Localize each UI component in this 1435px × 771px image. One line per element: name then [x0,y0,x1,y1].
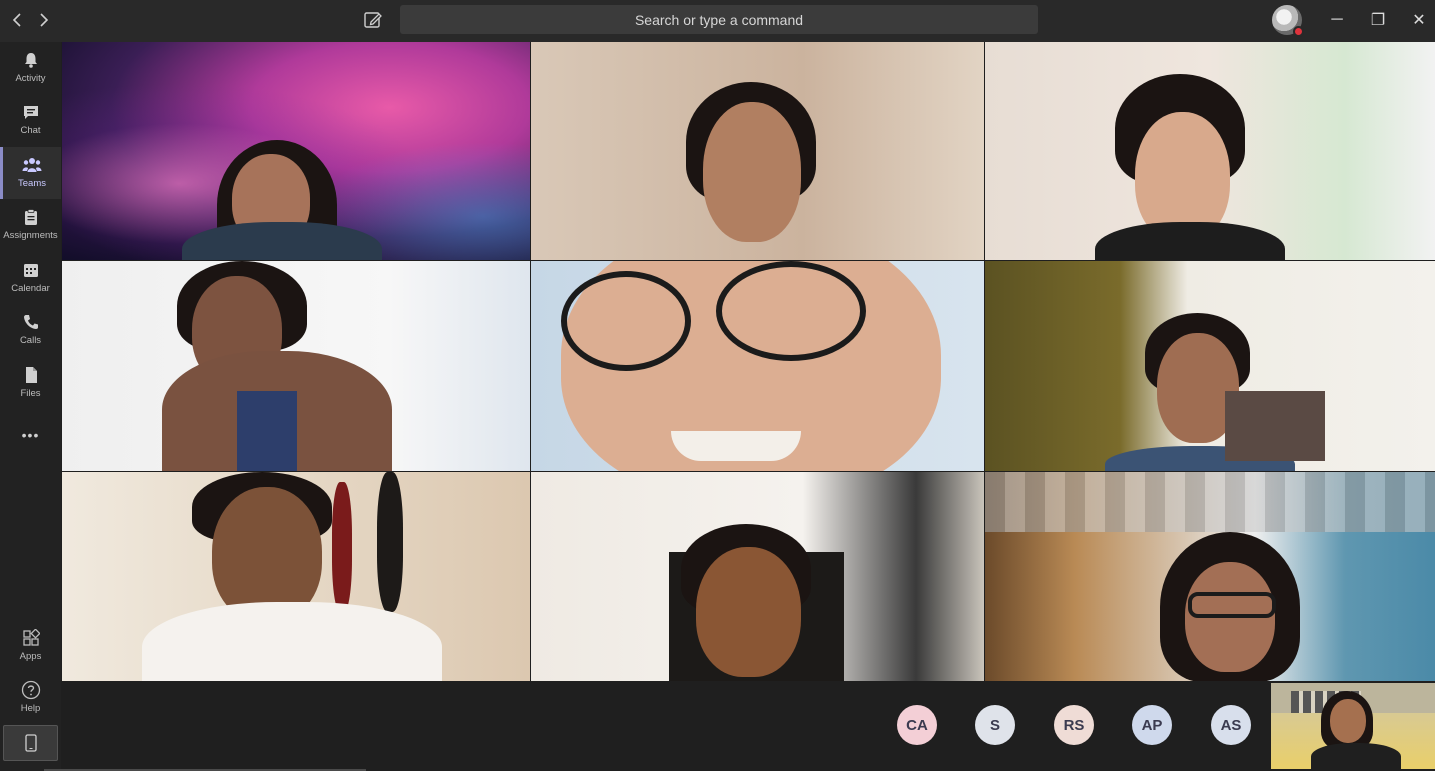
rail-label: Calls [19,335,42,346]
rail-label: Activity [15,73,46,84]
rail-label: Teams [18,178,46,189]
rail-item-activity[interactable]: Activity [0,42,61,94]
search-input[interactable]: Search or type a command [400,5,1038,34]
participant-face [703,102,801,242]
rail-label: Assignments [3,230,58,241]
video-tile[interactable] [531,261,984,471]
rail-label: Chat [20,125,41,136]
video-tile[interactable] [985,42,1435,260]
forward-button[interactable] [33,9,55,31]
files-icon [21,365,41,385]
restore-button[interactable]: ❐ [1365,8,1391,32]
video-tile[interactable] [985,261,1435,471]
phone-icon [21,312,41,332]
participant-body [142,602,442,681]
more-icon: ••• [21,427,40,443]
phone-device-icon [24,734,37,752]
bookshelf [1225,391,1325,461]
rail-label: Files [20,388,41,399]
search-placeholder: Search or type a command [634,11,804,28]
glasses [1188,592,1276,618]
participant-initials: CA [906,716,928,734]
rail-item-calendar[interactable]: Calendar [0,252,61,304]
participant-body [1095,222,1285,260]
title-bar: Search or type a command ─ ❐ ✕ [0,0,1435,42]
chat-icon [21,102,41,122]
participant-initials: AP [1141,716,1163,734]
help-icon [21,680,41,700]
glasses-left [561,271,691,371]
participant-avatar-s[interactable]: S [975,705,1015,745]
video-tile[interactable] [531,42,984,260]
chevron-left-icon [12,13,21,27]
rail-item-apps[interactable]: Apps [0,620,61,672]
apps-icon [21,628,41,648]
self-body [1311,743,1401,769]
teams-icon [22,155,42,175]
video-tile[interactable] [62,261,530,471]
rail-item-teams[interactable]: Teams [0,147,61,199]
rail-item-files[interactable]: Files [0,357,61,409]
video-tile[interactable] [62,42,530,260]
back-button[interactable] [6,9,28,31]
participant-initials: S [989,716,1000,734]
participant-bar: CA S RS AP AS [62,681,1435,771]
participant-shirt [237,391,297,471]
glasses-right [716,261,866,361]
participant-initials: RS [1063,716,1085,734]
self-face [1330,699,1366,743]
video-tile[interactable] [531,472,984,681]
participant-smile [671,431,801,461]
video-tile[interactable] [985,472,1435,681]
rail-item-help[interactable]: Help [0,672,61,724]
presence-busy-indicator [1293,26,1304,37]
assignments-icon [21,207,41,227]
rail-label: Apps [19,651,42,662]
rail-item-more[interactable]: ••• [0,420,61,472]
participant-avatar-ca[interactable]: CA [897,705,937,745]
guitar-black [377,472,403,612]
close-button[interactable]: ✕ [1406,8,1432,32]
self-view-video[interactable] [1271,683,1435,769]
compose-icon [364,12,382,28]
video-grid [62,42,1435,681]
profile-avatar[interactable] [1272,5,1304,37]
video-tile[interactable] [62,472,530,681]
compose-button[interactable] [362,9,384,31]
rail-item-calls[interactable]: Calls [0,304,61,356]
app-rail: Activity Chat Teams Assignments Calendar… [0,42,61,771]
calendar-icon [21,260,41,280]
rail-label: Help [20,703,41,714]
participant-avatar-ap[interactable]: AP [1132,705,1172,745]
bell-icon [21,50,41,70]
guitar-red [332,482,352,612]
mobile-device-button[interactable] [3,725,58,761]
participant-avatar-as[interactable]: AS [1211,705,1251,745]
rail-item-chat[interactable]: Chat [0,94,61,146]
rail-item-assignments[interactable]: Assignments [0,199,61,251]
chevron-right-icon [40,13,49,27]
participant-initials: AS [1220,716,1242,734]
participant-face [696,547,801,677]
rail-label: Calendar [11,283,50,294]
minimize-button[interactable]: ─ [1324,8,1350,32]
ceiling-ducts [985,472,1435,532]
participant-avatar-rs[interactable]: RS [1054,705,1094,745]
